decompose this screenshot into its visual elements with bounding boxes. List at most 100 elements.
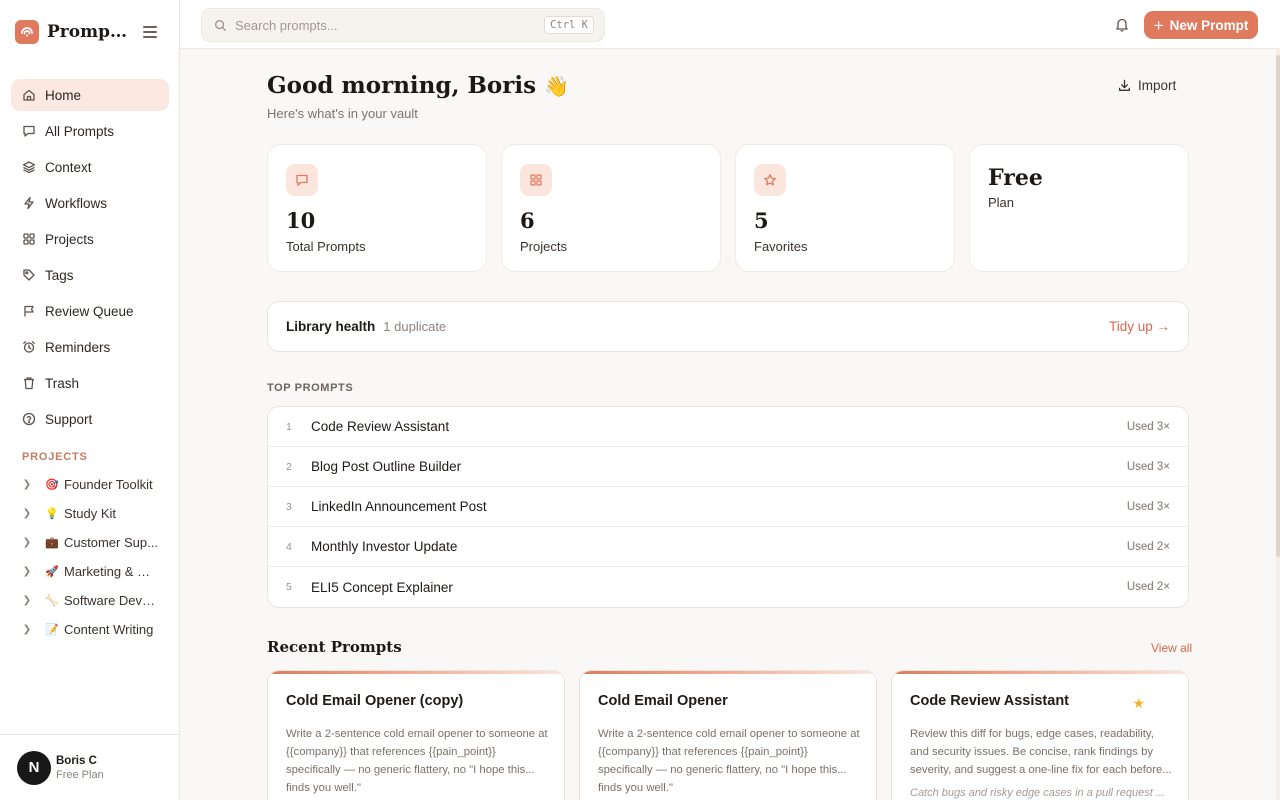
chevron-right-icon[interactable]: ❯ [22,624,32,635]
stat-label: Total Prompts [286,239,366,254]
nav-item-all-prompts[interactable]: All Prompts [11,115,169,147]
page-title: Good morning, Boris 👋 [267,72,569,99]
nav-label: Context [45,159,92,175]
project-name: Content Writing [64,622,154,637]
project-item[interactable]: ❯ 🚀 Marketing & Gr... [22,557,172,586]
nav-item-reminders[interactable]: Reminders [11,331,169,363]
project-name: Customer Sup... [64,535,158,550]
nav-label: Review Queue [45,303,134,319]
library-health-bar: Library health 1 duplicate Tidy up → [267,301,1189,352]
card-body: Write a 2-sentence cold email opener to … [598,728,860,794]
project-item[interactable]: ❯ 💼 Customer Sup... [22,528,172,557]
plan-label: Plan [988,195,1015,210]
list-item[interactable]: 3 LinkedIn Announcement Post Used 3× [268,487,1188,527]
nav-item-home[interactable]: Home [11,79,169,111]
search-input[interactable]: Search prompts... Ctrl K [201,8,605,42]
nav-item-trash[interactable]: Trash [11,367,169,399]
new-prompt-label: New Prompt [1169,17,1249,33]
stat-icon-wrap [286,164,318,196]
wave-emoji: 👋 [544,73,569,98]
bell-icon[interactable] [1115,17,1129,32]
chevron-right-icon[interactable]: ❯ [22,566,32,577]
import-button[interactable]: Import [1118,78,1176,93]
stat-card-plan[interactable]: Free Plan [969,144,1189,272]
project-name: Software Devel... [64,593,160,608]
grid-icon [23,233,35,245]
scrollbar-thumb[interactable] [1276,55,1280,557]
prompt-name: Blog Post Outline Builder [311,459,462,474]
nav-item-review-queue[interactable]: Review Queue [11,295,169,327]
nav-item-projects[interactable]: Projects [11,223,169,255]
user-profile[interactable]: N Boris C Free Plan [0,734,179,800]
list-item[interactable]: 4 Monthly Investor Update Used 2× [268,527,1188,567]
nav-item-workflows[interactable]: Workflows [11,187,169,219]
home-icon [23,89,35,101]
list-item[interactable]: 5 ELI5 Concept Explainer Used 2× [268,567,1188,607]
project-name: Study Kit [64,506,117,521]
prompt-name: Monthly Investor Update [311,539,458,554]
rank: 4 [286,540,292,553]
sidebar: PromptA... Home All Prompts Context Work… [0,0,180,800]
project-item[interactable]: ❯ 📝 Content Writing [22,615,172,644]
stat-value: 10 [286,208,316,233]
project-item[interactable]: ❯ 🎯 Founder Toolkit [22,470,172,499]
card-description: Catch bugs and risky edge cases in a pul… [910,787,1165,799]
star-icon [764,174,776,186]
main-nav: Home All Prompts Context Workflows Proje… [11,79,169,439]
avatar[interactable]: N [17,750,51,785]
search-placeholder: Search prompts... [235,17,338,33]
view-all-link[interactable]: View all [1151,641,1192,655]
new-prompt-button[interactable]: + New Prompt [1144,11,1258,39]
nav-item-support[interactable]: Support [11,403,169,435]
health-count: 1 duplicate [383,319,447,334]
project-list: ❯ 🎯 Founder Toolkit ❯ 💡 Study Kit ❯ 💼 Customer… [22,470,172,644]
stat-value: 6 [520,208,535,233]
project-emoji: 🚀 [45,566,59,578]
stat-icon-wrap [754,164,786,196]
prompt-card[interactable]: Code Review Assistant ★ Review this diff… [891,670,1189,800]
nav-label: Projects [45,231,94,247]
help-icon [22,412,36,426]
nav-label: Support [45,411,93,427]
layers-icon [22,161,36,174]
stat-card-favorites[interactable]: 5 Favorites [735,144,955,272]
prompt-card[interactable]: Cold Email Opener Write a 2-sentence col… [579,670,877,800]
nav-label: All Prompts [45,123,115,139]
grid-icon [530,174,542,186]
chevron-right-icon[interactable]: ❯ [22,537,32,548]
stat-card-projects[interactable]: 6 Projects [501,144,721,272]
stat-card-total-prompts[interactable]: 10 Total Prompts [267,144,487,272]
scrollbar[interactable] [1276,49,1280,800]
prompt-name: ELI5 Concept Explainer [311,579,453,595]
prompt-name: LinkedIn Announcement Post [311,499,487,514]
logo-icon [15,20,39,44]
nav-label: Home [45,87,82,103]
plan-value: Free [988,165,1043,191]
plus-icon: + [1153,15,1164,35]
card-title: Cold Email Opener (copy) [286,693,464,709]
sidebar-toggle-icon[interactable] [143,26,157,38]
project-item[interactable]: ❯ 💡 Study Kit [22,499,172,528]
nav-label: Tags [45,267,74,283]
list-item[interactable]: 1 Code Review Assistant Used 3× [268,407,1188,447]
card-accent-bar [580,671,876,674]
flag-icon [24,305,34,317]
search-icon [215,19,226,31]
list-item[interactable]: 2 Blog Post Outline Builder Used 3× [268,447,1188,487]
rank: 2 [286,460,292,473]
import-label: Import [1138,78,1177,93]
tidy-up-link[interactable]: Tidy up → [1109,319,1170,334]
nav-item-tags[interactable]: Tags [11,259,169,291]
chevron-right-icon[interactable]: ❯ [22,595,32,606]
nav-item-context[interactable]: Context [11,151,169,183]
project-item[interactable]: ❯ 🦴 Software Devel... [22,586,172,615]
chevron-right-icon[interactable]: ❯ [22,508,32,519]
stat-label: Projects [520,239,567,254]
brand[interactable]: PromptA... [15,20,131,44]
star-icon[interactable]: ★ [1132,695,1145,712]
prompt-card[interactable]: Cold Email Opener (copy) Write a 2-sente… [267,670,565,800]
message-icon [296,174,308,186]
project-name: Marketing & Gr... [64,564,160,579]
chevron-right-icon[interactable]: ❯ [22,479,32,490]
stat-icon-wrap [520,164,552,196]
